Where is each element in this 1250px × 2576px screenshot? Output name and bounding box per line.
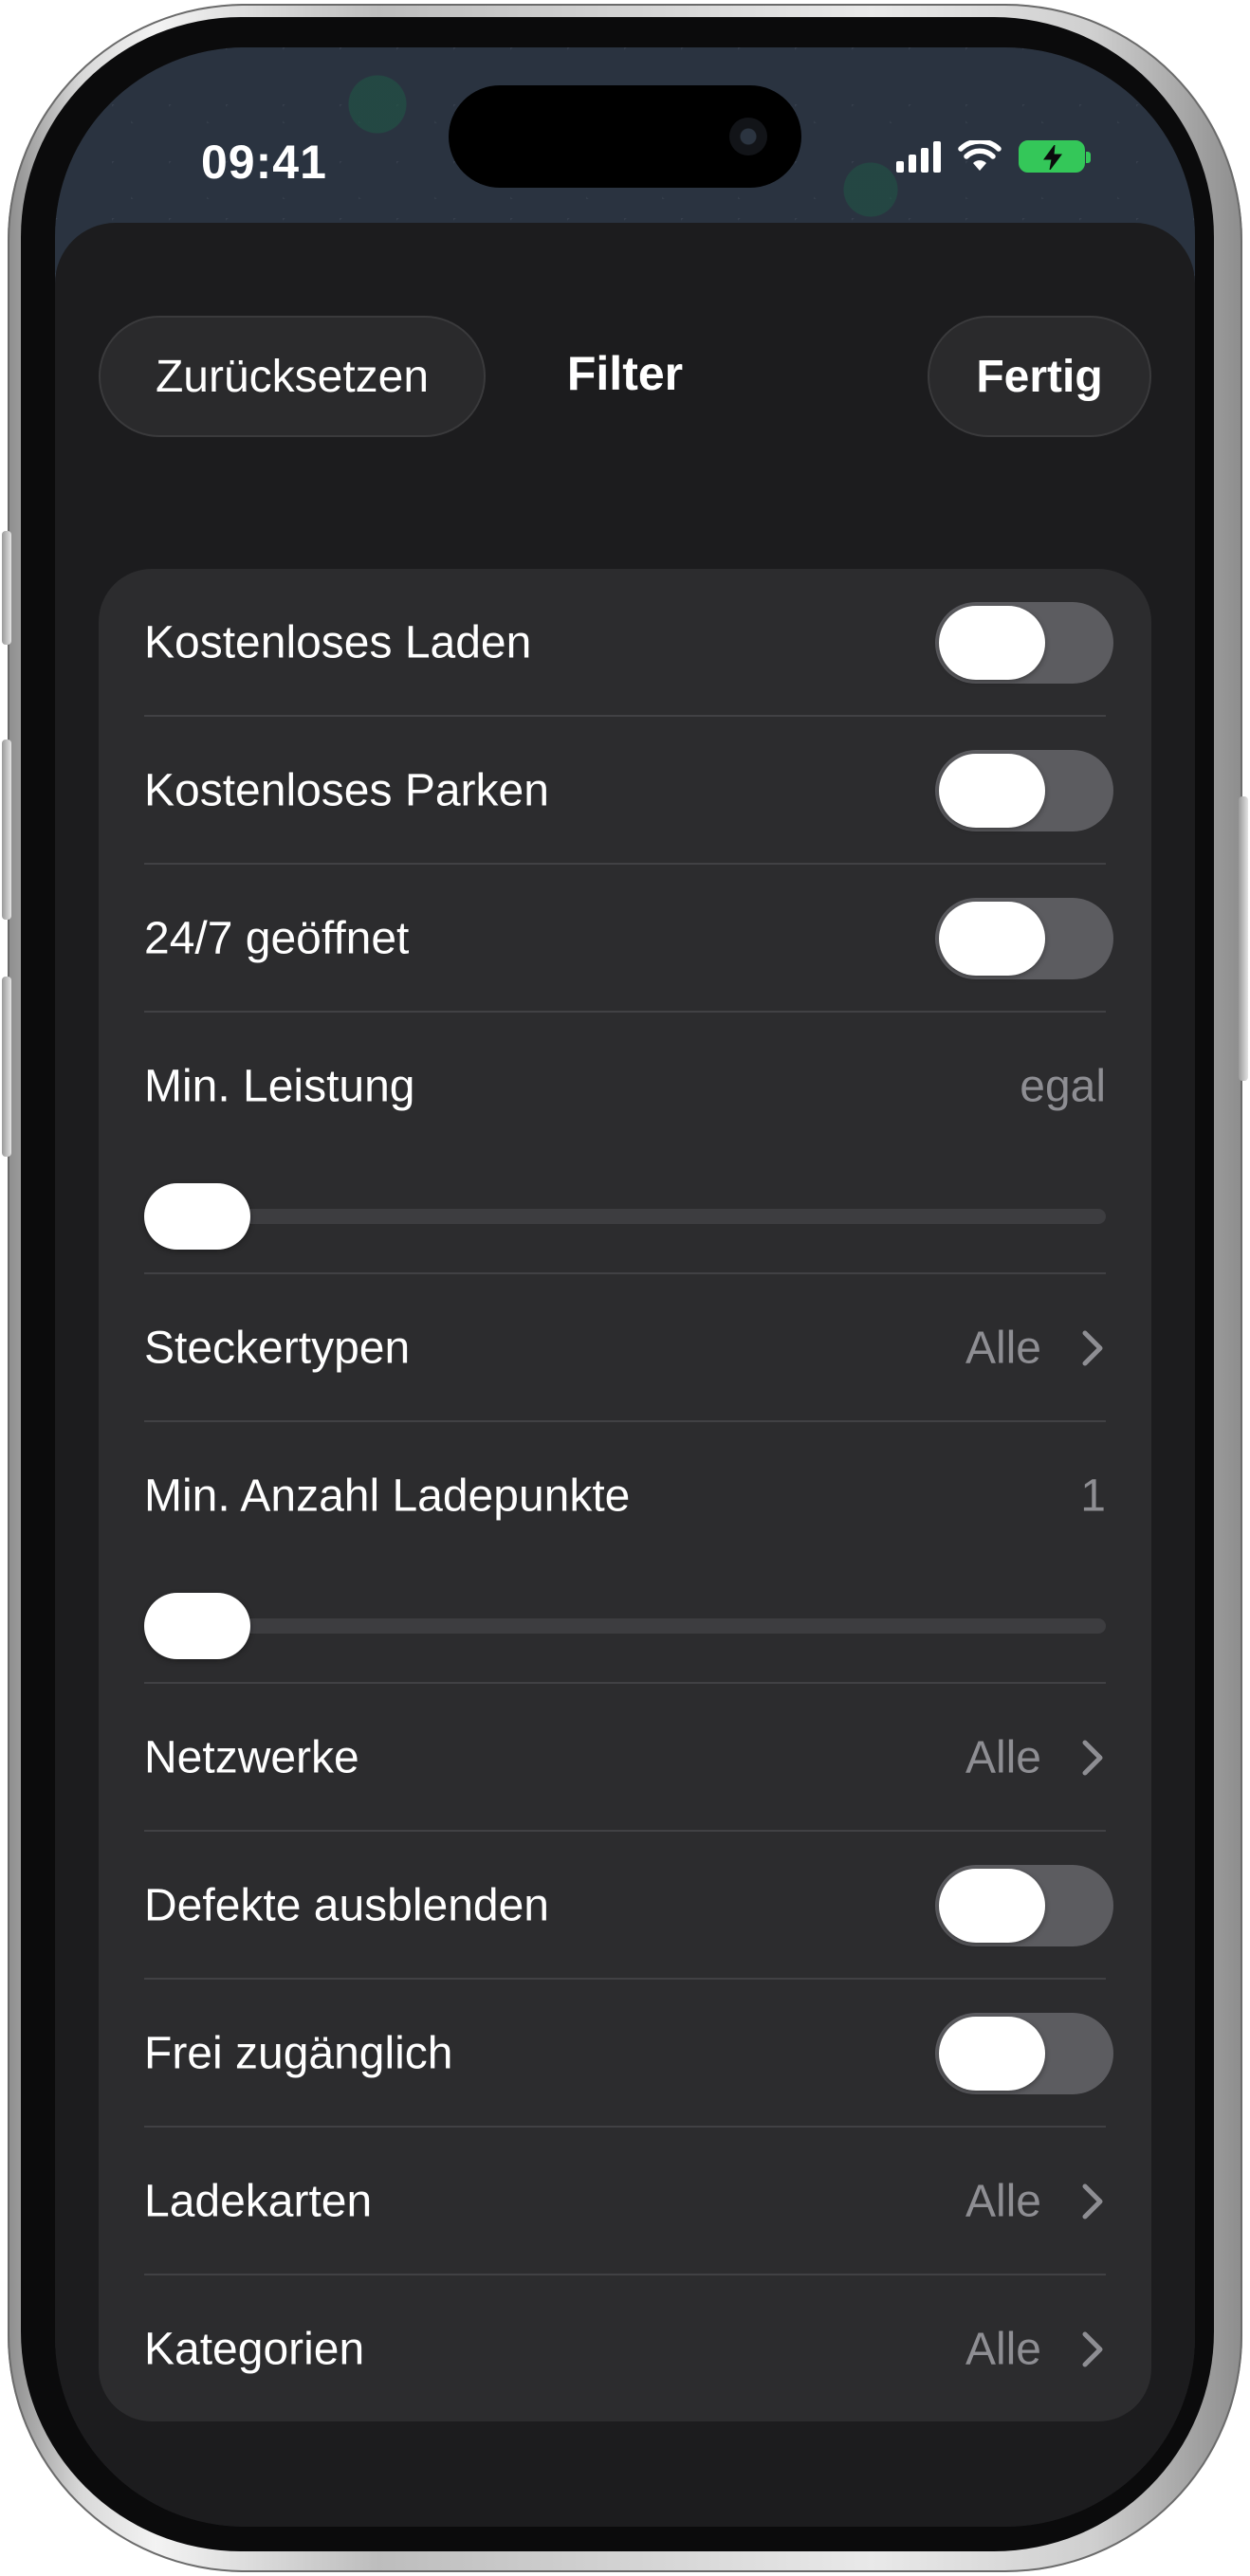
row-open-24-7: 24/7 geöffnet [144, 865, 1151, 1013]
min-power-value: egal [1020, 1061, 1106, 1112]
connector-types-label: Steckertypen [144, 1323, 411, 1374]
signal-icon [896, 140, 941, 173]
screen: 09:41 Zurücksetzen Filter Fertig Kostenl… [55, 47, 1195, 2527]
wifi-icon [958, 140, 1002, 171]
min-power-slider-track[interactable] [144, 1209, 1106, 1224]
battery-charging-icon [1019, 140, 1091, 173]
open-24-7-toggle[interactable] [935, 898, 1113, 979]
status-time: 09:41 [201, 136, 327, 189]
hide-defective-toggle[interactable] [935, 1865, 1113, 1946]
free-parking-label: Kostenloses Parken [144, 765, 549, 816]
free-parking-toggle[interactable] [935, 750, 1113, 831]
row-categories[interactable]: Kategorien Alle [144, 2275, 1151, 2421]
chevron-right-icon[interactable] [1081, 2183, 1104, 2220]
toggle-knob [939, 1869, 1045, 1943]
toggle-knob [939, 754, 1045, 828]
categories-value: Alle [965, 2324, 1041, 2375]
toggle-knob [939, 606, 1045, 680]
toggle-knob [939, 902, 1045, 976]
filter-sheet: Zurücksetzen Filter Fertig Kostenloses L… [55, 223, 1195, 2527]
row-hide-defective: Defekte ausblenden [144, 1832, 1151, 1980]
free-charging-toggle[interactable] [935, 602, 1113, 684]
row-charge-cards[interactable]: Ladekarten Alle [144, 2128, 1151, 2275]
free-charging-label: Kostenloses Laden [144, 617, 532, 668]
status-icons [896, 140, 1091, 173]
open-24-7-label: 24/7 geöffnet [144, 913, 410, 964]
free-access-toggle[interactable] [935, 2013, 1113, 2094]
row-networks[interactable]: Netzwerke Alle [144, 1684, 1151, 1832]
free-access-label: Frei zugänglich [144, 2028, 453, 2079]
action-button [2, 531, 11, 645]
dynamic-island [449, 85, 801, 188]
row-min-power: Min. Leistung egal [144, 1013, 1151, 1274]
min-charge-points-value: 1 [1080, 1471, 1106, 1522]
volume-up-button [2, 740, 11, 920]
hide-defective-label: Defekte ausblenden [144, 1880, 549, 1931]
connector-types-value: Alle [965, 1323, 1041, 1374]
volume-down-button [2, 977, 11, 1157]
min-power-label: Min. Leistung [144, 1061, 415, 1112]
row-connector-types[interactable]: Steckertypen Alle [144, 1274, 1151, 1422]
row-min-charge-points: Min. Anzahl Ladepunkte 1 [144, 1422, 1151, 1684]
networks-label: Netzwerke [144, 1732, 359, 1783]
chevron-right-icon[interactable] [1081, 2330, 1104, 2368]
networks-value: Alle [965, 1732, 1041, 1783]
charge-cards-value: Alle [965, 2176, 1041, 2227]
row-free-parking: Kostenloses Parken [144, 717, 1151, 865]
charge-cards-label: Ladekarten [144, 2176, 373, 2227]
done-button[interactable]: Fertig [928, 316, 1151, 437]
chevron-right-icon[interactable] [1081, 1739, 1104, 1777]
filter-list: Kostenloses Laden Kostenloses Parken 24/… [99, 569, 1151, 2421]
camera-icon [729, 118, 767, 155]
min-charge-points-slider-thumb[interactable] [144, 1593, 250, 1659]
row-free-charging: Kostenloses Laden [144, 569, 1151, 717]
row-free-access: Frei zugänglich [144, 1980, 1151, 2128]
chevron-right-icon[interactable] [1081, 1329, 1104, 1367]
categories-label: Kategorien [144, 2324, 365, 2375]
min-charge-points-label: Min. Anzahl Ladepunkte [144, 1471, 631, 1522]
min-charge-points-slider-track[interactable] [144, 1618, 1106, 1634]
min-power-slider-thumb[interactable] [144, 1183, 250, 1250]
side-button [1239, 796, 1248, 1081]
toggle-knob [939, 2017, 1045, 2091]
